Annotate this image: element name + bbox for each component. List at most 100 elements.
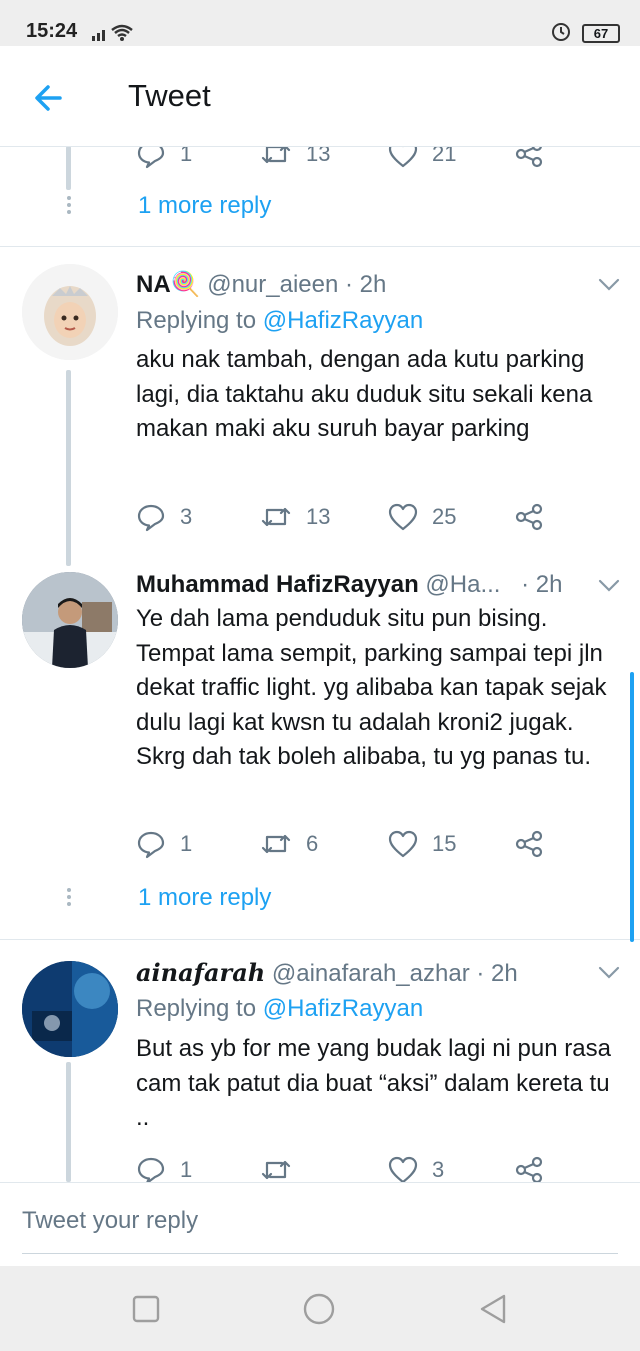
divider [0,246,640,247]
display-name[interactable]: NA🍭 [136,271,201,298]
heart-icon [388,503,418,531]
app-header: Tweet [0,46,640,147]
like-action[interactable]: 3 [388,1152,444,1182]
avatar[interactable] [22,264,118,360]
retweet-action[interactable]: 6 [260,826,318,862]
thread-line [66,1062,71,1182]
tweet-time: · 2h [469,960,518,987]
tweet-actions: 1 3 [136,1152,616,1182]
retweet-icon [261,507,291,527]
home-button[interactable] [302,1292,336,1326]
heart-icon [388,830,418,858]
replying-prefix: Replying to [136,307,263,334]
avatar[interactable] [22,961,118,1057]
signal-wifi-icon [92,22,140,47]
reply-icon [137,504,165,532]
replying-to: Replying to @HafizRayyan [136,307,423,335]
reply-icon [137,831,165,859]
display-name[interactable]: Muhammad HafizRayyan [136,571,419,598]
system-nav-bar [0,1266,640,1351]
tweet-feed[interactable]: 1 13 21 1 more reply NA🍭 @nur_aieen · 2h [0,146,640,1182]
thread-line [66,370,71,566]
retweet-icon [261,146,291,164]
avatar[interactable] [22,572,118,668]
status-bar: 15:24 67 [0,0,640,46]
reply-count: 1 [180,1157,193,1182]
tweet-header: NA🍭 @nur_aieen · 2h [136,270,386,299]
replying-to: Replying to @HafizRayyan [136,995,423,1023]
divider [0,939,640,940]
share-action[interactable] [514,146,544,172]
replying-to-link[interactable]: @HafizRayyan [263,307,423,334]
chevron-down-icon [598,579,620,592]
battery-indicator: 67 [582,24,620,43]
reply-action[interactable]: 1 [136,146,192,172]
tweet-menu-button[interactable] [598,278,620,297]
more-reply-link[interactable]: 1 more reply [138,192,271,220]
reply-count: 1 [180,146,193,166]
share-action[interactable] [514,826,544,862]
share-icon [515,503,543,531]
reply-icon [137,146,165,169]
like-count: 3 [432,1157,445,1182]
share-action[interactable] [514,499,544,535]
like-action[interactable]: 25 [388,499,456,535]
alarm-icon [550,20,572,47]
retweet-action[interactable]: 13 [260,146,330,172]
back-button[interactable] [26,76,70,120]
display-name[interactable]: ainafarah [136,958,265,987]
thread-dots [67,888,71,909]
retweet-count: 13 [306,146,331,166]
reply-composer: Tweet your reply [0,1182,640,1267]
heart-icon [388,146,418,168]
square-icon [132,1295,160,1323]
tweet-menu-button[interactable] [598,579,620,598]
like-count: 15 [432,831,457,856]
share-action[interactable] [514,1152,544,1182]
like-action[interactable]: 15 [388,826,456,862]
reply-action[interactable]: 1 [136,1152,192,1182]
retweet-action[interactable]: 13 [260,499,330,535]
reply-icon [137,1157,165,1182]
reply-count: 3 [180,504,193,529]
like-count: 25 [432,504,457,529]
like-action[interactable]: 21 [388,146,456,172]
retweet-count: 6 [306,831,319,856]
reply-action[interactable]: 3 [136,499,192,535]
tweet-actions: 1 6 15 [136,826,616,862]
heart-icon [388,1156,418,1182]
tweet-text: But as yb for me yang budak lagi ni pun … [136,1035,611,1131]
share-icon [515,830,543,858]
more-reply-link[interactable]: 1 more reply [138,884,271,912]
tweet-actions: 3 13 25 [136,499,616,535]
retweet-action[interactable] [260,1152,306,1182]
reply-input[interactable]: Tweet your reply [22,1207,618,1254]
page-title: Tweet [128,78,211,113]
share-icon [515,146,543,168]
share-icon [515,1156,543,1182]
reply-action[interactable]: 1 [136,826,192,862]
user-handle[interactable]: @nur_aieen [207,271,338,298]
partial-tweet-actions: 1 13 21 [136,146,616,172]
scrollbar[interactable] [630,672,634,942]
triangle-back-icon [480,1294,506,1324]
user-handle[interactable]: @Ha... [425,571,500,598]
back-nav-button[interactable] [476,1292,510,1326]
replying-prefix: Replying to [136,995,263,1022]
like-count: 21 [432,146,457,166]
retweet-count: 13 [306,504,331,529]
replying-to-link[interactable]: @HafizRayyan [263,995,423,1022]
tweet-header: ainafarah @ainafarah_azhar · 2h [136,958,518,988]
chevron-down-icon [598,278,620,291]
thread-line [66,146,71,190]
recents-button[interactable] [129,1292,163,1326]
avatar-image [22,961,118,1057]
retweet-icon [261,1160,291,1180]
arrow-left-icon [35,85,62,111]
tweet-menu-button[interactable] [598,966,620,985]
circle-icon [303,1293,335,1325]
tweet-time: · 2h [338,271,387,298]
user-handle[interactable]: @ainafarah_azhar [272,960,470,987]
avatar-image [22,572,118,668]
chevron-down-icon [598,966,620,979]
